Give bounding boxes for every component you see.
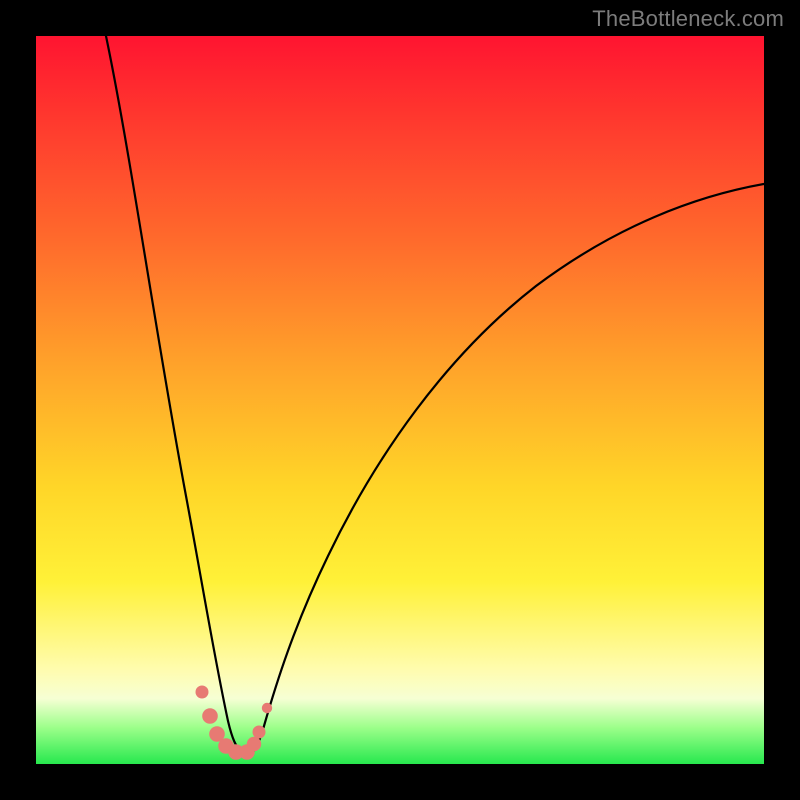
plot-area xyxy=(36,36,764,764)
right-curve-branch xyxy=(248,184,764,754)
chart-frame: TheBottleneck.com xyxy=(0,0,800,800)
bottleneck-curve xyxy=(36,36,764,764)
valley-dots xyxy=(196,686,273,760)
left-curve-branch xyxy=(106,36,248,754)
watermark-text: TheBottleneck.com xyxy=(592,6,784,32)
